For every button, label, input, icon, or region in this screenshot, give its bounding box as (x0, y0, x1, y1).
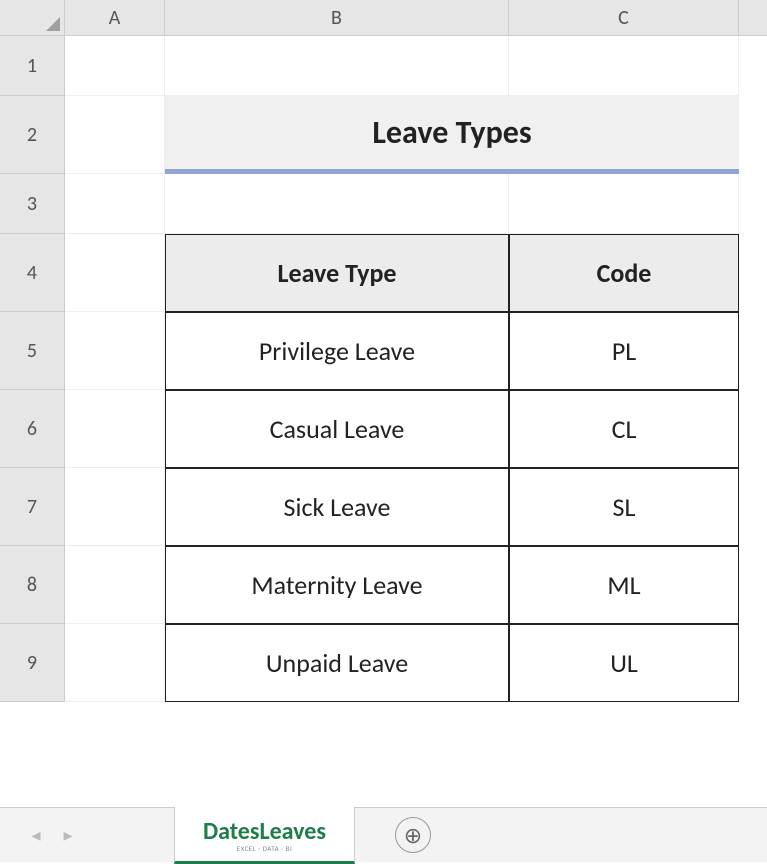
col-header-edge (739, 0, 767, 36)
select-all-corner[interactable] (0, 0, 65, 36)
table-row[interactable]: ML (509, 546, 739, 624)
add-sheet-button[interactable]: ⊕ (395, 817, 431, 853)
row-header-4[interactable]: 4 (0, 234, 65, 312)
prev-sheet-button[interactable]: ◂ (20, 819, 52, 851)
cell-a3[interactable] (65, 174, 165, 234)
cell-b1[interactable] (165, 36, 509, 96)
row-header-1[interactable]: 1 (0, 36, 65, 96)
col-header-a[interactable]: A (65, 0, 165, 36)
cell-a5[interactable] (65, 312, 165, 390)
table-row[interactable]: SL (509, 468, 739, 546)
sheet-tab-active[interactable]: DatesLeaves EXCEL · DATA · BI (174, 807, 355, 864)
table-row[interactable]: Unpaid Leave (165, 624, 509, 702)
cell-a1[interactable] (65, 36, 165, 96)
row-header-8[interactable]: 8 (0, 546, 65, 624)
header-leave-type[interactable]: Leave Type (165, 234, 509, 312)
row-header-9[interactable]: 9 (0, 624, 65, 702)
cell-b3[interactable] (165, 174, 509, 234)
sheet-tab-bar: ◂ ▸ DatesLeaves EXCEL · DATA · BI ⊕ (0, 807, 767, 862)
col-header-b[interactable]: B (165, 0, 509, 36)
row-header-2[interactable]: 2 (0, 96, 65, 174)
col-header-c[interactable]: C (509, 0, 739, 36)
row-header-6[interactable]: 6 (0, 390, 65, 468)
table-row[interactable]: Maternity Leave (165, 546, 509, 624)
cell-a7[interactable] (65, 468, 165, 546)
cell-c3[interactable] (509, 174, 739, 234)
row-header-5[interactable]: 5 (0, 312, 65, 390)
cell-a6[interactable] (65, 390, 165, 468)
cell-a2[interactable] (65, 96, 165, 174)
table-row[interactable]: Casual Leave (165, 390, 509, 468)
table-row[interactable]: UL (509, 624, 739, 702)
sheet-tab-label: DatesLeaves (203, 817, 326, 846)
spreadsheet-grid: A B C 1 2 Leave Types 3 4 Leave Type Cod… (0, 0, 767, 702)
cell-a9[interactable] (65, 624, 165, 702)
row-header-3[interactable]: 3 (0, 174, 65, 234)
header-code[interactable]: Code (509, 234, 739, 312)
cell-a4[interactable] (65, 234, 165, 312)
table-row[interactable]: PL (509, 312, 739, 390)
cell-a8[interactable] (65, 546, 165, 624)
table-row[interactable]: Sick Leave (165, 468, 509, 546)
row-header-7[interactable]: 7 (0, 468, 65, 546)
cell-c1[interactable] (509, 36, 739, 96)
table-row[interactable]: Privilege Leave (165, 312, 509, 390)
next-sheet-button[interactable]: ▸ (52, 819, 84, 851)
title-cell[interactable]: Leave Types (165, 96, 739, 174)
table-row[interactable]: CL (509, 390, 739, 468)
